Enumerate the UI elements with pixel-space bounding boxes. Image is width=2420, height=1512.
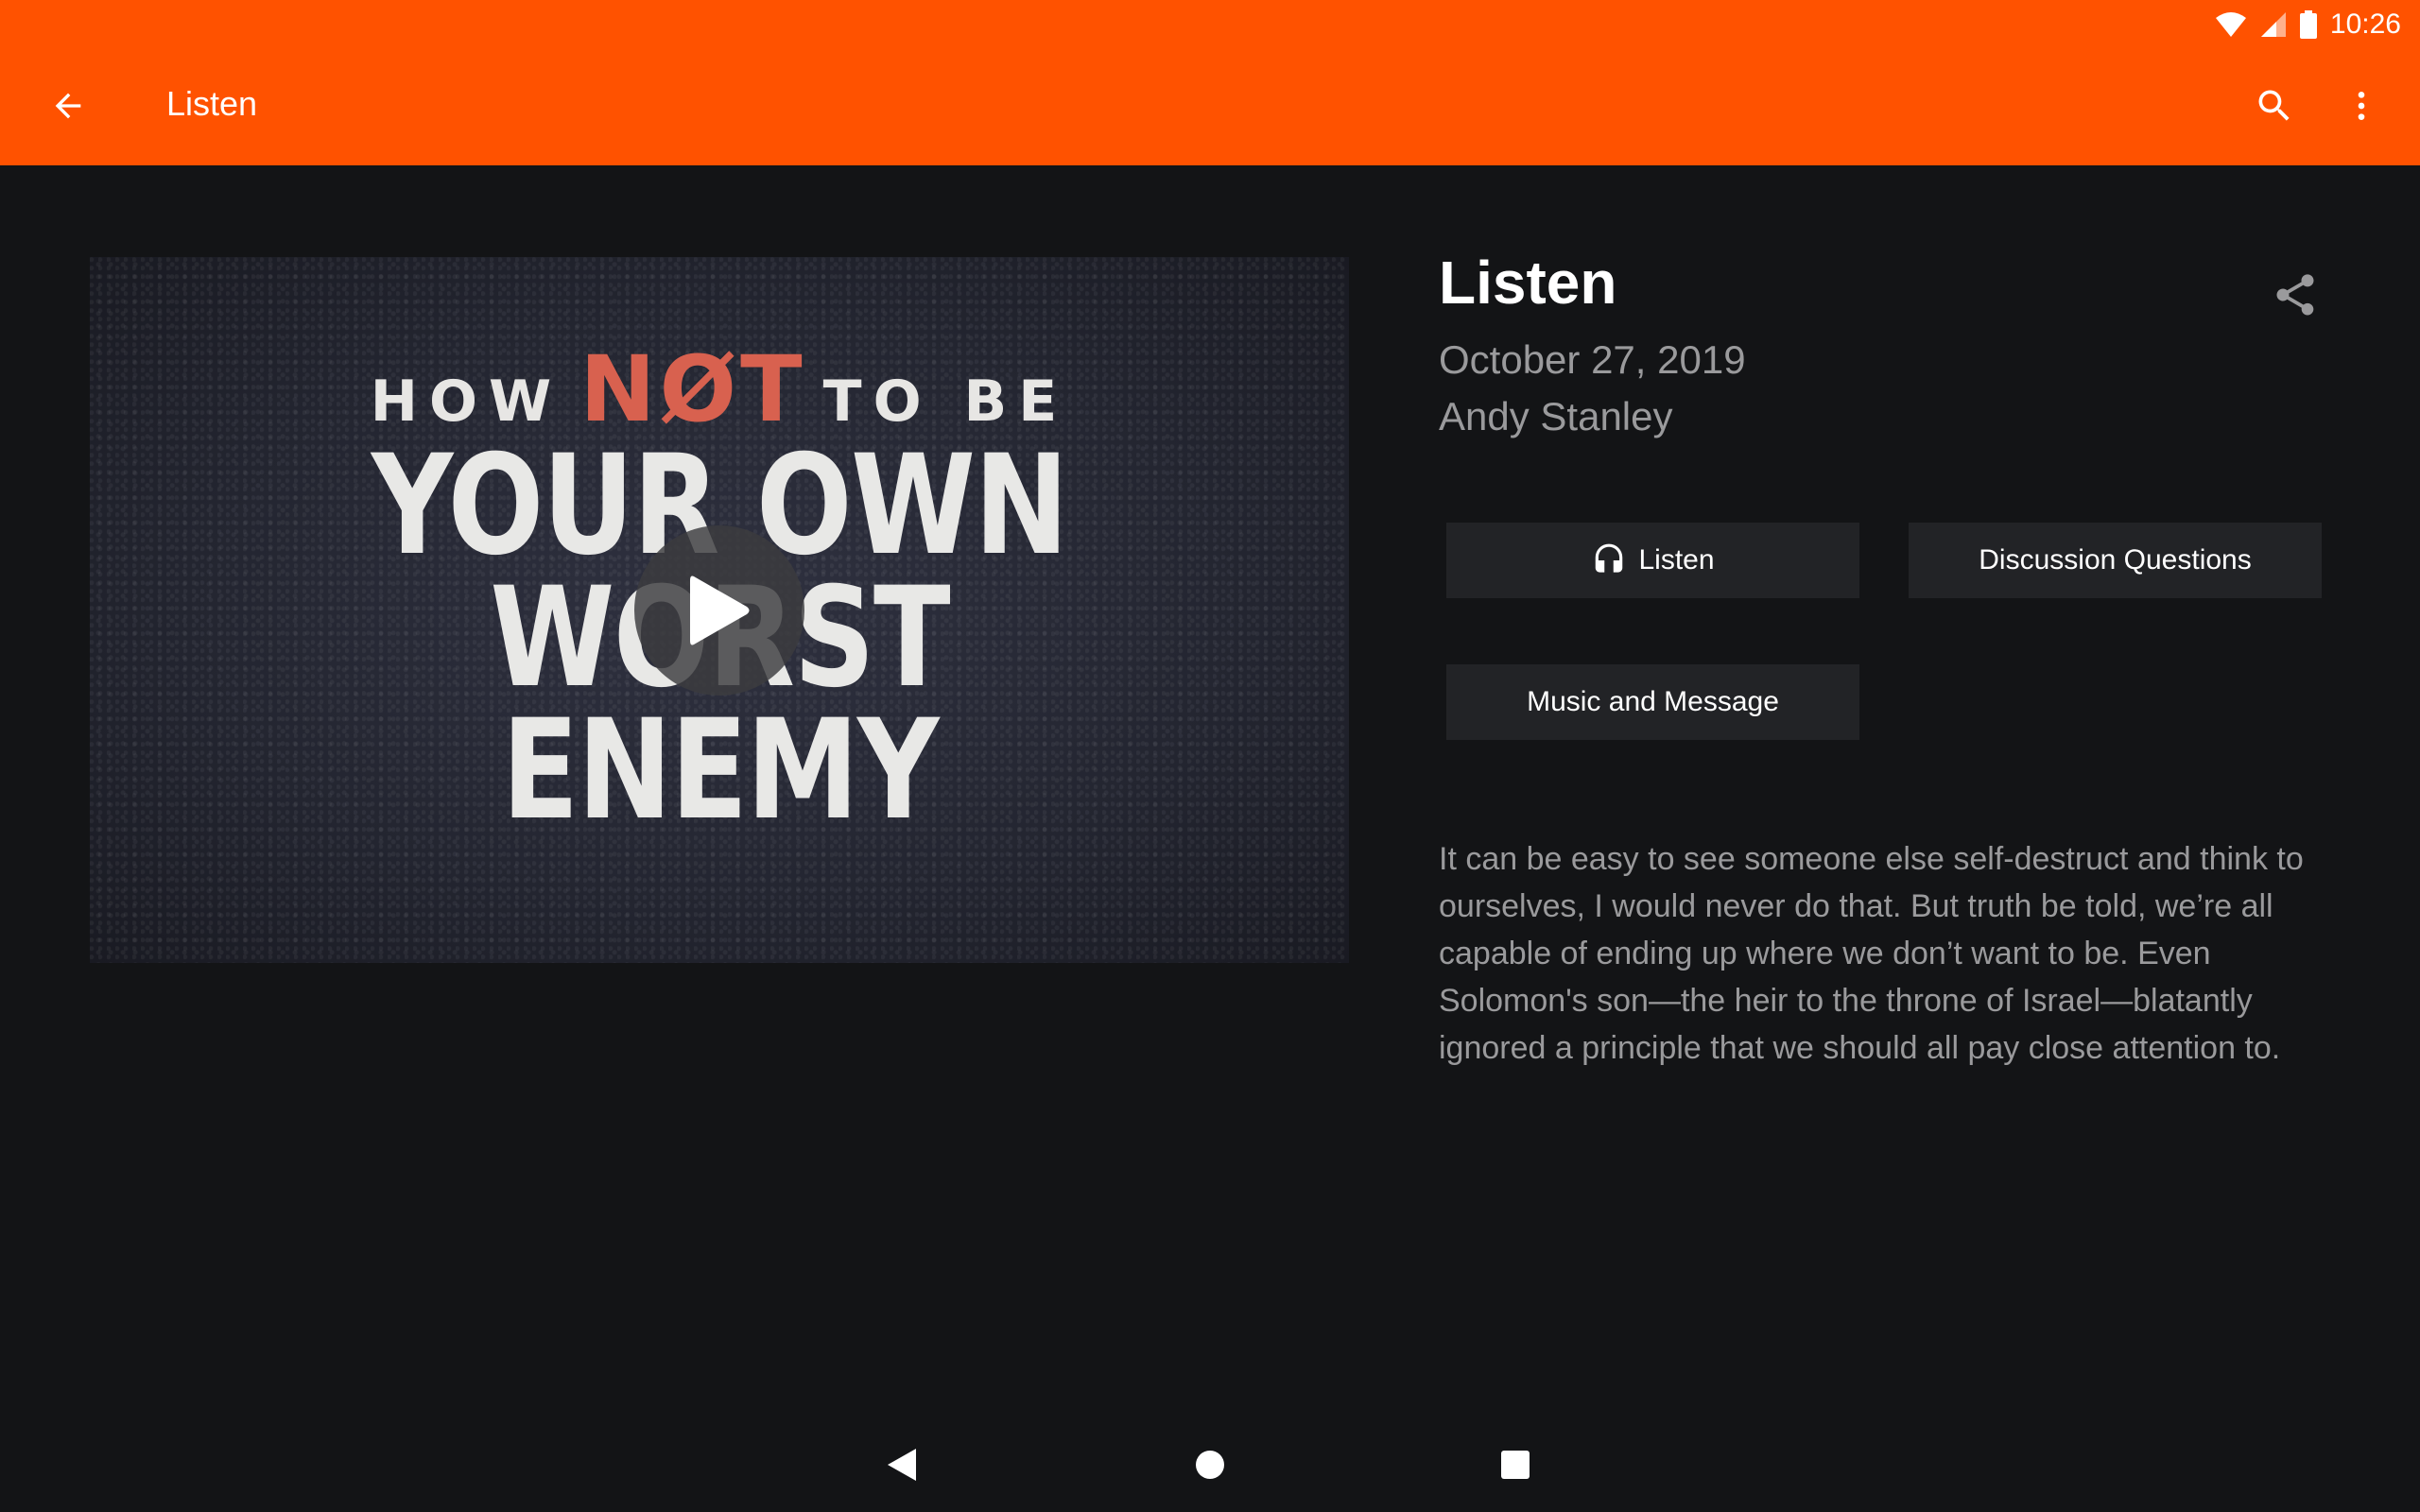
share-icon <box>2276 274 2314 316</box>
nav-back-button[interactable] <box>864 1436 940 1493</box>
message-title: Listen <box>1439 249 1617 317</box>
nav-back-icon <box>888 1449 916 1481</box>
share-button[interactable] <box>2265 265 2325 325</box>
toolbar-title: Listen <box>166 84 258 123</box>
arrow-back-icon <box>55 93 81 119</box>
video-thumbnail[interactable]: HOWNØTTO BE YOUR OWN WORST ENEMY <box>90 257 1349 963</box>
listen-button-label: Listen <box>1638 544 1715 576</box>
more-vert-icon <box>2358 92 2365 120</box>
search-icon <box>2258 90 2290 121</box>
discussion-questions-button[interactable]: Discussion Questions <box>1909 523 2322 598</box>
listen-button[interactable]: Listen <box>1446 523 1859 598</box>
battery-icon <box>2299 10 2317 39</box>
nav-recents-button[interactable] <box>1478 1436 1553 1493</box>
wifi-icon <box>2215 11 2247 38</box>
message-description: It can be easy to see someone else self-… <box>1439 841 2304 1066</box>
music-and-message-button[interactable]: Music and Message <box>1446 664 1859 740</box>
music-and-message-label: Music and Message <box>1527 686 1779 717</box>
play-button[interactable] <box>634 525 804 696</box>
app-bar: 10:26 Listen <box>0 0 2420 165</box>
nav-recents-icon <box>1501 1451 1530 1479</box>
play-icon <box>690 576 750 645</box>
system-nav-bar <box>0 1418 2420 1512</box>
discussion-questions-label: Discussion Questions <box>1979 544 2252 576</box>
artwork-line-4: ENEMY <box>501 690 939 850</box>
cell-signal-icon <box>2260 11 2287 38</box>
back-button[interactable] <box>38 76 98 136</box>
more-options-button[interactable] <box>2331 76 2392 136</box>
status-time: 10:26 <box>2329 9 2401 40</box>
search-button[interactable] <box>2244 76 2305 136</box>
nav-home-icon <box>1196 1451 1224 1479</box>
message-date: October 27, 2019 <box>1439 337 1746 382</box>
nav-home-button[interactable] <box>1172 1436 1248 1493</box>
message-speaker: Andy Stanley <box>1439 394 1673 438</box>
headphones-icon <box>1596 543 1623 573</box>
status-bar: 10:26 <box>2215 6 2401 43</box>
